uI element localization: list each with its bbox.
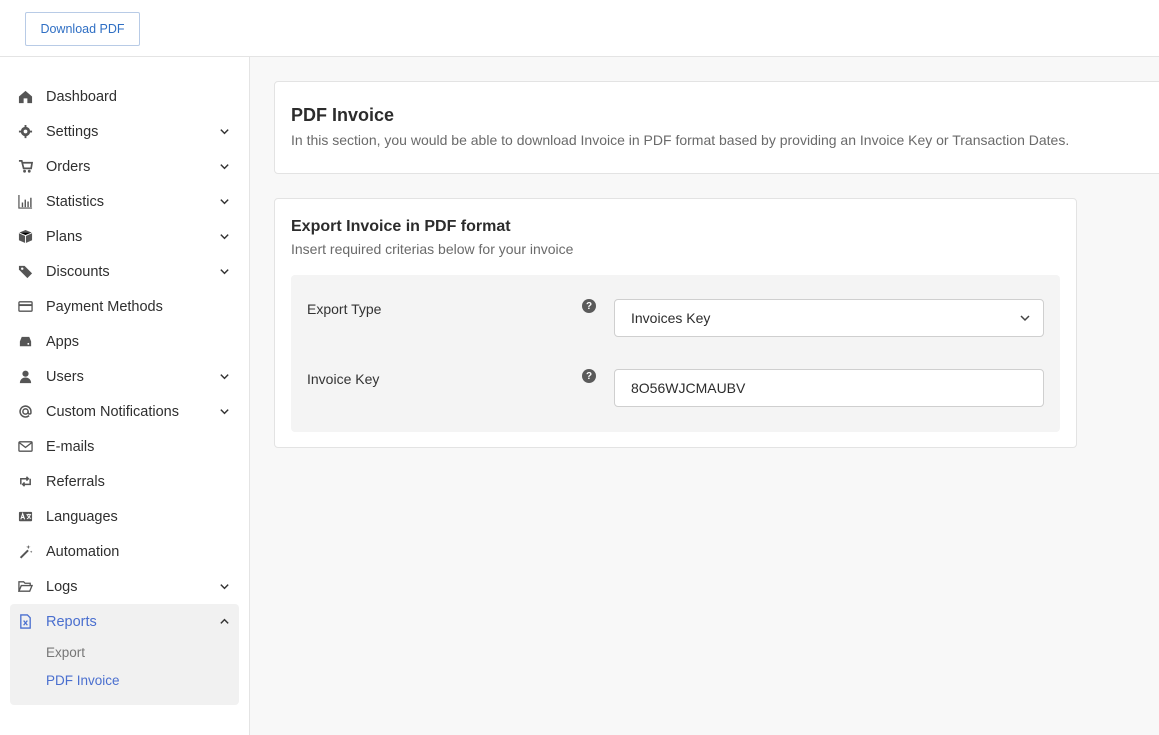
help-question-icon[interactable]: ?	[582, 369, 596, 383]
export-card-title: Export Invoice in PDF format	[291, 218, 511, 235]
sidebar-item-label: Users	[46, 368, 84, 385]
sidebar-item-label: Plans	[46, 228, 83, 245]
box-icon	[10, 219, 46, 254]
chevron-down-icon	[209, 196, 239, 207]
home-icon	[10, 79, 46, 114]
invoice-key-label: Invoice Key	[307, 371, 380, 387]
user-icon	[10, 359, 46, 394]
export-card-subtitle: Insert required criterias below for your…	[291, 241, 574, 257]
download-pdf-button[interactable]: Download PDF	[25, 12, 140, 46]
sidebar-item-dashboard[interactable]: Dashboard	[10, 79, 239, 114]
gear-icon	[10, 114, 46, 149]
file-excel-icon	[10, 604, 46, 639]
main-content: PDF Invoice In this section, you would b…	[250, 57, 1159, 735]
sidebar-item-languages[interactable]: Languages	[10, 499, 239, 534]
chevron-down-icon	[209, 126, 239, 137]
sidebar-item-automation[interactable]: Automation	[10, 534, 239, 569]
sidebar-item-referrals[interactable]: Referrals	[10, 464, 239, 499]
retweet-icon	[10, 464, 46, 499]
sidebar-item-plans[interactable]: Plans	[10, 219, 239, 254]
sidebar-item-label: Discounts	[46, 263, 110, 280]
tags-icon	[10, 254, 46, 289]
chevron-down-icon	[1020, 315, 1030, 322]
sidebar-item-label: Orders	[46, 158, 91, 175]
sidebar-item-label: Payment Methods	[46, 298, 163, 315]
envelope-icon	[10, 429, 46, 464]
sidebar-item-label: Referrals	[46, 473, 105, 490]
credit-card-icon	[10, 289, 46, 324]
sidebar-item-users[interactable]: Users	[10, 359, 239, 394]
invoice-key-value: 8O56WJCMAUBV	[631, 380, 746, 396]
sidebar-item-label: Dashboard	[46, 88, 117, 105]
chevron-down-icon	[209, 161, 239, 172]
sidebar-item-settings[interactable]: Settings	[10, 114, 239, 149]
sidebar: Dashboard Settings Orders Statistics Plans Di…	[0, 57, 250, 735]
export-type-label: Export Type	[307, 301, 382, 317]
invoice-key-input[interactable]: 8O56WJCMAUBV	[614, 369, 1044, 407]
sidebar-subitem-pdf-invoice[interactable]: PDF Invoice	[46, 673, 120, 688]
sidebar-item-custom-notifications[interactable]: Custom Notifications	[10, 394, 239, 429]
top-bar: Download PDF	[0, 0, 1159, 57]
chevron-down-icon	[209, 266, 239, 277]
sidebar-item-reports[interactable]: Reports	[10, 604, 239, 639]
sidebar-item-label: Automation	[46, 543, 120, 560]
sidebar-item-discounts[interactable]: Discounts	[10, 254, 239, 289]
sidebar-item-label: Languages	[46, 508, 118, 525]
sidebar-item-label: Settings	[46, 123, 99, 140]
export-type-select[interactable]: Invoices Key	[614, 299, 1044, 337]
sidebar-item-label: Apps	[46, 333, 80, 350]
export-form: Export Type ? Invoices Key Invoice Key ?…	[291, 275, 1060, 432]
header-card: PDF Invoice In this section, you would b…	[274, 81, 1159, 174]
chevron-down-icon	[209, 371, 239, 382]
sidebar-item-logs[interactable]: Logs	[10, 569, 239, 604]
reports-group: Reports Export PDF Invoice	[10, 604, 239, 705]
chevron-up-icon	[209, 616, 239, 627]
sidebar-item-label: Custom Notifications	[46, 403, 179, 420]
sidebar-item-label: Reports	[46, 613, 97, 630]
chevron-down-icon	[209, 231, 239, 242]
help-question-icon[interactable]: ?	[582, 299, 596, 313]
export-card: Export Invoice in PDF format Insert requ…	[274, 198, 1077, 448]
cart-icon	[10, 149, 46, 184]
sidebar-subitem-export[interactable]: Export	[46, 645, 85, 660]
language-icon	[10, 499, 46, 534]
sidebar-item-label: Statistics	[46, 193, 105, 210]
export-type-value: Invoices Key	[631, 310, 711, 326]
at-icon	[10, 394, 46, 429]
sidebar-item-e-mails[interactable]: E-mails	[10, 429, 239, 464]
sidebar-item-statistics[interactable]: Statistics	[10, 184, 239, 219]
chevron-down-icon	[209, 581, 239, 592]
hdd-icon	[10, 324, 46, 359]
page-title: PDF Invoice	[291, 105, 395, 125]
magic-wand-icon	[10, 534, 46, 569]
sidebar-item-orders[interactable]: Orders	[10, 149, 239, 184]
folder-open-icon	[10, 569, 46, 604]
sidebar-item-label: E-mails	[46, 438, 95, 455]
sidebar-item-label: Logs	[46, 578, 78, 595]
bar-chart-icon	[10, 184, 46, 219]
sidebar-item-apps[interactable]: Apps	[10, 324, 239, 359]
page-description: In this section, you would be able to do…	[291, 132, 1070, 148]
chevron-down-icon	[209, 406, 239, 417]
sidebar-item-payment-methods[interactable]: Payment Methods	[10, 289, 239, 324]
